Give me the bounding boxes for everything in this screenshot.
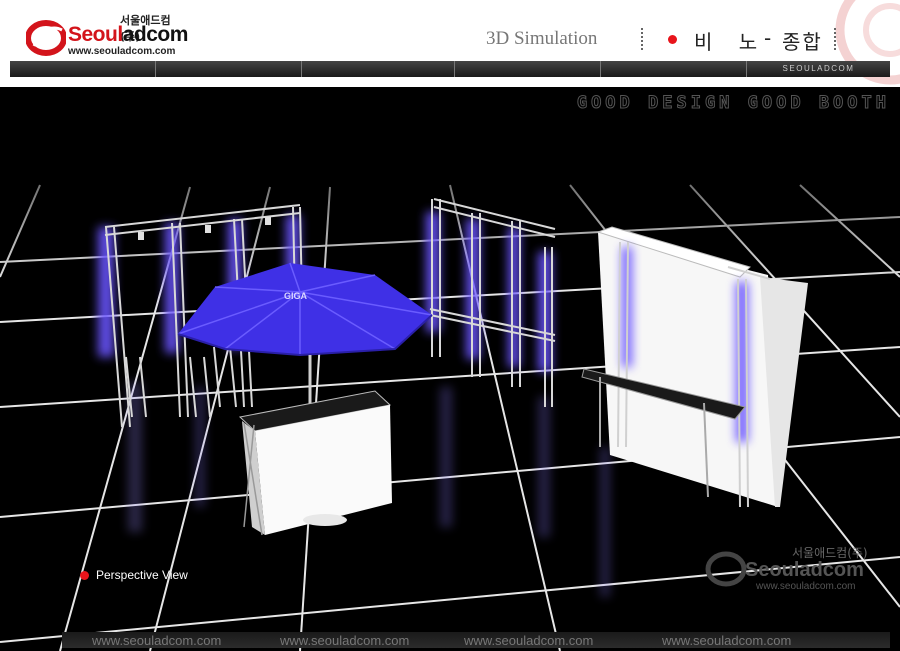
tagline: GOOD DESIGN GOOD BOOTH [576,93,890,114]
nav-item-1[interactable] [10,61,156,77]
logo-adcom: adcom [122,23,189,46]
caption-bullet-icon [80,571,89,580]
footer-url-4[interactable]: www.seouladcom.com [662,633,791,648]
logo-wordmark: Seouladcom [68,23,188,47]
breadcrumb-separator: - [764,26,772,50]
logo-seoul: Seoul [68,23,123,46]
breadcrumb-bullet-icon [668,35,677,44]
watermark-url: www.seouladcom.com [756,581,856,592]
breadcrumb-category: 비 노 [694,30,768,54]
footer-url-1[interactable]: www.seouladcom.com [92,633,221,648]
title-divider [641,28,643,50]
section-title: 3D Simulation [486,28,598,49]
render-scene: GIGA GOOD DESIGN GOOD BOOTH Perspective … [0,87,900,651]
nav-item-5[interactable] [601,61,747,77]
logo[interactable]: 서울애드컴(주) Seouladcom www.seouladcom.com [26,10,188,60]
footer-url-3[interactable]: www.seouladcom.com [464,633,593,648]
nav-item-2[interactable] [156,61,302,77]
header: 서울애드컴(주) Seouladcom www.seouladcom.com 3… [0,0,900,87]
footer-url-2[interactable]: www.seouladcom.com [280,633,409,648]
view-caption: Perspective View [96,568,188,582]
nav-item-3[interactable] [302,61,455,77]
logo-url: www.seouladcom.com [68,46,176,57]
footer-bar: www.seouladcom.com www.seouladcom.com ww… [62,632,890,648]
nav-brand-label[interactable]: SEOULADCOM [747,61,890,77]
breadcrumb-subcategory: 종합 [782,30,823,54]
watermark-wordmark: Seouladcom [745,559,864,581]
breadcrumb-divider [834,28,836,50]
nav-item-4[interactable] [455,61,601,77]
nav-bar: SEOULADCOM [10,61,890,77]
umbrella-label: GIGA [284,291,308,301]
logo-swirl-icon [26,20,66,56]
watermark-logo-icon [705,551,747,587]
